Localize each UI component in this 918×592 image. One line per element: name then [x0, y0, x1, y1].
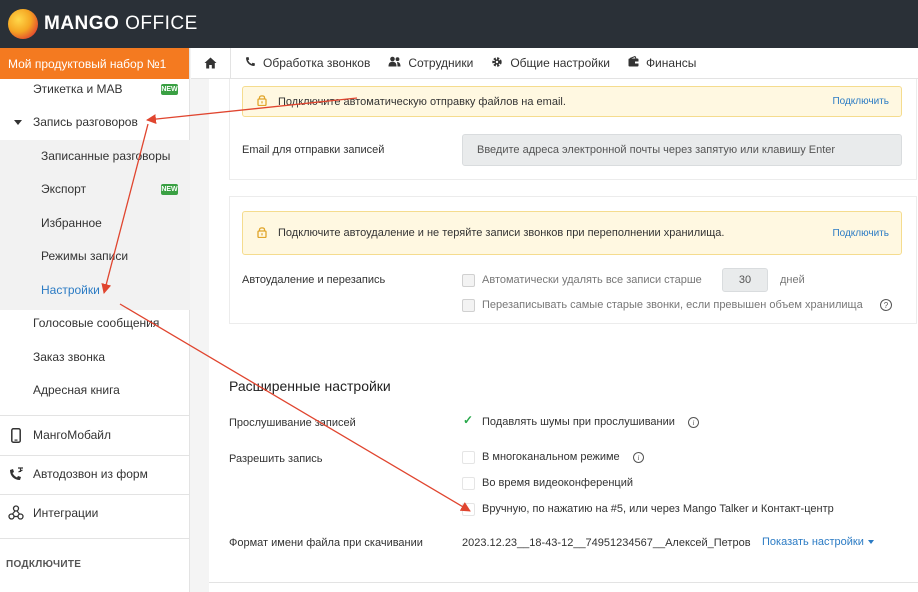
autodelete-option-label: Автоматически удалять все записи старше — [482, 274, 702, 286]
videoconference-checkbox[interactable] — [462, 477, 475, 490]
divider — [0, 415, 190, 416]
sidebar-item-favorites[interactable]: Избранное — [0, 208, 190, 238]
nav-call-processing[interactable]: Обработка звонков — [245, 56, 370, 70]
brand-logo[interactable]: MANGO OFFICE — [44, 13, 198, 35]
sidebar-item-address-book[interactable]: Адресная книга — [0, 375, 190, 405]
email-connect-link[interactable]: Подключить — [832, 96, 889, 107]
autodelete-connect-link[interactable]: Подключить — [832, 228, 889, 239]
email-input[interactable] — [462, 134, 902, 166]
nav-finances[interactable]: Финансы — [628, 55, 697, 70]
autodelete-label: Автоудаление и перезапись — [242, 274, 386, 286]
filename-format-value: 2023.12.23__18-43-12__74951234567__Алекс… — [462, 537, 751, 549]
sidebar-item-label: МангоМобайл — [33, 428, 111, 442]
divider — [209, 582, 918, 583]
sidebar-item-recorded-calls[interactable]: Записанные разговоры — [0, 141, 190, 171]
overwrite-checkbox[interactable] — [462, 299, 475, 312]
info-icon[interactable]: i — [633, 452, 644, 463]
sidebar-item-label: Заказ звонка — [33, 350, 106, 364]
filename-format-label: Формат имени файла при скачивании — [229, 537, 423, 549]
phone-icon — [245, 56, 256, 70]
divider — [0, 455, 190, 456]
phone-callback-icon — [8, 466, 24, 482]
sidebar-item-label: Избранное — [41, 216, 102, 230]
sidebar-item-label: Записанные разговоры — [41, 149, 171, 163]
sidebar-item-label: Экспорт — [41, 182, 87, 196]
sidebar-item-label: Режимы записи — [41, 249, 129, 263]
connect-section-title: ПОДКЛЮЧИТЕ — [6, 559, 82, 570]
sidebar-item-label: Адресная книга — [33, 383, 120, 397]
sidebar-item-callback-order[interactable]: Заказ звонка — [0, 342, 190, 372]
caret-down-icon — [14, 119, 22, 125]
sidebar-item-export[interactable]: Экспорт NEW — [0, 174, 190, 204]
sidebar-item-autodial-forms[interactable]: Автодозвон из форм — [0, 459, 190, 489]
manual-recording-checkbox[interactable] — [462, 503, 475, 516]
multichannel-option-label: В многоканальном режиме — [482, 451, 620, 463]
users-icon — [388, 56, 401, 70]
manual-recording-option-label: Вручную, по нажатию на #5, или через Man… — [482, 503, 834, 515]
home-button[interactable] — [191, 47, 231, 79]
sidebar-item-label: Автодозвон из форм — [33, 467, 148, 481]
checkmark-icon[interactable]: ✓ — [463, 413, 473, 427]
nav-item-label: Обработка звонков — [263, 56, 371, 70]
email-warning-text: Подключите автоматическую отправку файло… — [278, 95, 566, 108]
product-set-label: Мой продуктовый набор №1 — [8, 56, 167, 71]
nav-item-label: Сотрудники — [408, 56, 474, 70]
advanced-settings-title: Расширенные настройки — [229, 378, 391, 394]
home-icon — [204, 57, 217, 69]
caret-down-icon — [867, 540, 874, 545]
mango-logo-icon[interactable] — [8, 9, 38, 39]
sidebar-item-settings[interactable]: Настройки — [0, 275, 190, 305]
email-label: Email для отправки записей — [242, 144, 385, 156]
sidebar-item-integrations[interactable]: Интеграции — [0, 498, 190, 528]
gear-icon — [491, 56, 503, 71]
listening-label: Прослушивание записей — [229, 417, 356, 429]
videoconference-option-label: Во время видеоконференций — [482, 477, 634, 489]
help-icon[interactable]: ? — [880, 299, 892, 311]
sidebar-item-recording-modes[interactable]: Режимы записи — [0, 241, 190, 271]
nav-general-settings[interactable]: Общие настройки — [491, 56, 610, 71]
lock-icon — [257, 226, 271, 241]
overwrite-option-label: Перезаписывать самые старые звонки, если… — [482, 299, 863, 311]
autodelete-warning-text: Подключите автоудаление и не теряйте зап… — [278, 227, 725, 239]
main-navbar: Обработка звонков Сотрудники Общие настр… — [191, 47, 918, 79]
email-warning-banner: Подключите автоматическую отправку файло… — [242, 86, 902, 117]
nav-item-label: Финансы — [645, 56, 697, 70]
info-icon[interactable]: i — [688, 417, 699, 428]
nav-employees[interactable]: Сотрудники — [388, 56, 473, 70]
autodelete-checkbox[interactable] — [462, 274, 475, 287]
sidebar-item-voice-messages[interactable]: Голосовые сообщения — [0, 308, 190, 338]
allow-recording-label: Разрешить запись — [229, 453, 323, 465]
mobile-phone-icon — [8, 427, 24, 443]
sidebar-item-label: Этикетка и МАВ — [33, 82, 123, 96]
show-settings-link[interactable]: Показать настройки — [762, 536, 874, 548]
show-settings-label: Показать настройки — [762, 536, 864, 548]
wallet-icon — [628, 55, 639, 70]
top-bar: MANGO OFFICE — [0, 0, 918, 48]
new-badge: NEW — [161, 83, 178, 95]
autodelete-days-input[interactable] — [722, 268, 768, 292]
sidebar-item-label: Настройки — [41, 283, 100, 297]
autodelete-warning-banner: Подключите автоудаление и не теряйте зап… — [242, 211, 902, 255]
nav-item-label: Общие настройки — [510, 56, 610, 70]
integrations-icon — [8, 505, 24, 521]
divider — [0, 494, 190, 495]
multichannel-checkbox[interactable] — [462, 451, 475, 464]
lock-icon — [257, 94, 271, 109]
sidebar: Мой продуктовый набор №1 Этикетка и МАВ … — [0, 48, 190, 592]
product-set-selector[interactable]: Мой продуктовый набор №1 — [0, 48, 189, 79]
noise-suppression-label: Подавлять шумы при прослушивании — [482, 416, 675, 428]
sidebar-item-label: Голосовые сообщения — [33, 316, 160, 330]
sidebar-item-label: Интеграции — [33, 506, 99, 520]
new-badge: NEW — [161, 183, 178, 195]
sidebar-item-label-mav[interactable]: Этикетка и МАВ NEW — [0, 79, 190, 99]
sidebar-item-call-recording[interactable]: Запись разговоров — [0, 107, 190, 137]
sidebar-item-mango-mobile[interactable]: МангоМобайл — [0, 420, 190, 450]
sidebar-item-label: Запись разговоров — [33, 115, 138, 129]
days-unit-label: дней — [780, 274, 805, 286]
divider — [0, 538, 190, 539]
